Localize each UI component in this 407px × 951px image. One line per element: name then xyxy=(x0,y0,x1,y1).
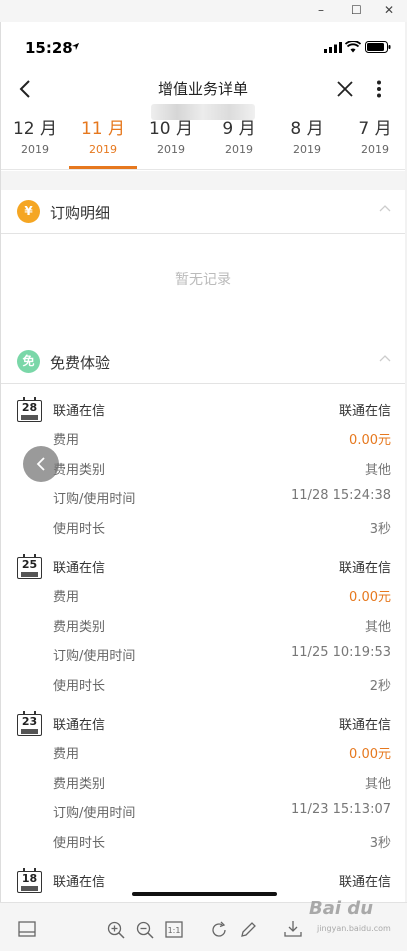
location-arrow-icon xyxy=(71,42,80,51)
active-tab-indicator xyxy=(69,166,137,169)
empty-message: 暂无记录 xyxy=(175,272,231,288)
free-icon: 免 xyxy=(17,350,40,373)
calendar-icon: 18 xyxy=(17,868,42,893)
battery-icon xyxy=(365,41,391,53)
phone-screen: 15:28 增值业务详单 12 月 2019 11 月 2019 10 月 2019 … xyxy=(0,22,405,902)
yuan-icon: ¥ xyxy=(17,200,40,223)
window-titlebar: – ☐ ✕ xyxy=(0,0,407,22)
record-row: 费用类别 其他 xyxy=(53,620,391,635)
rotate-icon[interactable] xyxy=(210,921,228,939)
home-indicator xyxy=(132,892,277,896)
edit-icon[interactable] xyxy=(240,921,257,938)
more-icon[interactable] xyxy=(376,80,382,98)
section-title: 订购明细 xyxy=(50,204,111,222)
record-row: 联通在信 联通在信 xyxy=(53,561,391,576)
close-icon[interactable] xyxy=(337,81,353,97)
record-row: 使用时长 3秒 xyxy=(53,522,391,537)
tab-jul-2019[interactable]: 7 月 2019 xyxy=(341,118,405,156)
zoom-out-icon[interactable] xyxy=(136,921,154,939)
list-item: 18 联通在信 联通在信 xyxy=(1,867,405,902)
record-row: 订购/使用时间 11/25 10:19:53 xyxy=(53,645,391,664)
calendar-icon: 28 xyxy=(17,397,42,422)
list-item: 23 联通在信 联通在信 费用 0.00元 费用类别 其他 订购/使用时间 11/23 … xyxy=(1,710,405,868)
month-tabs: 12 月 2019 11 月 2019 10 月 2019 9 月 2019 8 月 20… xyxy=(1,118,405,170)
download-icon[interactable] xyxy=(284,920,302,938)
tab-nov-2019[interactable]: 11 月 2019 xyxy=(69,118,137,156)
record-row: 费用 0.00元 xyxy=(53,747,391,762)
section-title: 免费体验 xyxy=(50,354,111,372)
record-row: 联通在信 联通在信 xyxy=(53,875,391,890)
wifi-icon xyxy=(345,41,361,53)
actual-size-icon[interactable]: 1:1 xyxy=(165,921,183,938)
record-row: 费用类别 其他 xyxy=(53,777,391,792)
tab-oct-2019[interactable]: 10 月 2019 xyxy=(137,118,205,156)
record-row: 使用时长 3秒 xyxy=(53,836,391,851)
list-item: 28 联通在信 联通在信 费用 0.00元 费用类别 其他 订购/使用时间 11/28 … xyxy=(1,396,405,554)
record-row: 费用 0.00元 xyxy=(53,590,391,605)
chevron-up-icon[interactable] xyxy=(379,354,391,362)
zoom-in-icon[interactable] xyxy=(107,921,125,939)
status-time: 15:28 xyxy=(25,39,73,57)
list-item: 25 联通在信 联通在信 费用 0.00元 费用类别 其他 订购/使用时间 11/25 … xyxy=(1,553,405,711)
baidu-watermark: Bai du jingyan.baidu.com xyxy=(309,898,391,933)
calendar-icon: 25 xyxy=(17,554,42,579)
section-order-details[interactable]: ¥ 订购明细 xyxy=(1,190,405,234)
divider xyxy=(1,171,405,191)
nav-bar: 增值业务详单 xyxy=(1,64,405,120)
tab-dec-2019[interactable]: 12 月 2019 xyxy=(1,118,69,156)
status-bar: 15:28 xyxy=(1,22,405,66)
record-row: 费用类别 其他 xyxy=(53,463,391,478)
record-row: 费用 0.00元 xyxy=(53,433,391,448)
record-row: 订购/使用时间 11/23 15:13:07 xyxy=(53,802,391,821)
record-row: 联通在信 联通在信 xyxy=(53,404,391,419)
maximize-button[interactable]: ☐ xyxy=(351,3,362,17)
floating-back-button[interactable] xyxy=(23,446,59,482)
close-window-button[interactable]: ✕ xyxy=(384,3,394,17)
signal-icon xyxy=(324,42,342,53)
record-row: 联通在信 联通在信 xyxy=(53,718,391,733)
tab-aug-2019[interactable]: 8 月 2019 xyxy=(273,118,341,156)
calendar-icon: 23 xyxy=(17,711,42,736)
chevron-up-icon[interactable] xyxy=(379,204,391,212)
minimize-button[interactable]: – xyxy=(318,3,324,17)
record-row: 订购/使用时间 11/28 15:24:38 xyxy=(53,488,391,507)
tab-sep-2019[interactable]: 9 月 2019 xyxy=(205,118,273,156)
chevron-left-icon xyxy=(36,457,45,471)
record-row: 使用时长 2秒 xyxy=(53,679,391,694)
sidebar-icon[interactable] xyxy=(18,921,36,937)
svg-text:1:1: 1:1 xyxy=(168,926,181,935)
section-free-trial[interactable]: 免 免费体验 xyxy=(1,340,405,384)
